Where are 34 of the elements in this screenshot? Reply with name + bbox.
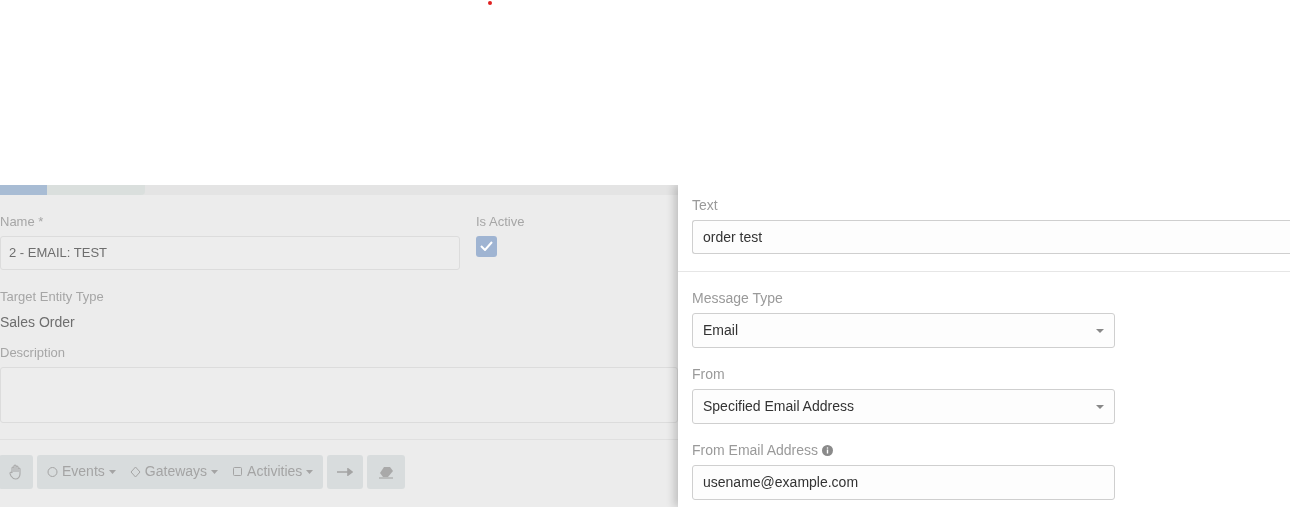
caret-icon bbox=[211, 469, 219, 474]
square-icon bbox=[232, 465, 244, 478]
eraser-icon bbox=[378, 464, 395, 479]
field-label: Text bbox=[692, 196, 719, 215]
checkbox[interactable] bbox=[476, 235, 497, 257]
hand-tool-button[interactable] bbox=[0, 454, 33, 489]
field-label: Is Active bbox=[476, 213, 525, 231]
circle-icon bbox=[47, 465, 58, 478]
from-dropdown[interactable]: Specified Email Address bbox=[692, 389, 1115, 424]
text-field[interactable]: order test bbox=[692, 220, 1290, 254]
hand-icon bbox=[9, 463, 23, 480]
field-label: From Email Address bbox=[692, 441, 819, 460]
field-label: Name * bbox=[0, 213, 45, 231]
info-icon bbox=[822, 445, 834, 456]
diamond-icon bbox=[129, 465, 141, 478]
name-field[interactable]: 2 - EMAIL: TEST bbox=[0, 235, 460, 270]
tab[interactable] bbox=[0, 185, 47, 195]
eraser-button[interactable] bbox=[367, 454, 406, 489]
message-type-dropdown[interactable]: Email bbox=[692, 313, 1115, 348]
caret-icon bbox=[1096, 404, 1104, 409]
caret-icon bbox=[306, 469, 314, 474]
field-label: Description bbox=[0, 344, 67, 362]
tab[interactable] bbox=[47, 185, 145, 195]
check-icon bbox=[480, 241, 493, 251]
field-label: From bbox=[692, 365, 726, 384]
connector-button[interactable] bbox=[327, 454, 364, 489]
from-email-field[interactable]: usename@example.com bbox=[692, 465, 1115, 500]
arrow-icon bbox=[337, 467, 354, 476]
field-label: Message Type bbox=[692, 289, 784, 308]
description-field[interactable] bbox=[0, 366, 678, 423]
field-value: Sales Order bbox=[0, 313, 76, 332]
field-label: Target Entity Type bbox=[0, 287, 105, 306]
caret-icon bbox=[108, 469, 116, 474]
caret-icon bbox=[1096, 328, 1104, 333]
